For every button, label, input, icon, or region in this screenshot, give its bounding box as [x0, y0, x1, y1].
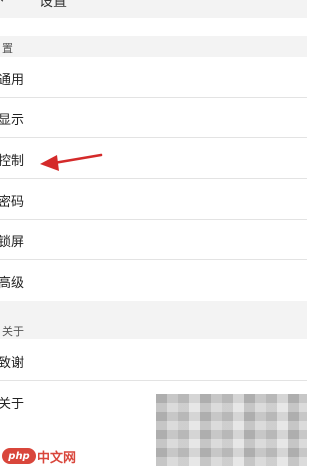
- list-item-label: 锁屏: [0, 235, 25, 250]
- page-title: 设置: [39, 0, 67, 10]
- list-item-label: 密码: [0, 195, 25, 210]
- list-item-label: 关于: [0, 397, 25, 412]
- section-header-about: 关于: [0, 301, 307, 339]
- watermark: php 中文网: [2, 446, 76, 466]
- section-header-settings: 置: [0, 36, 307, 57]
- list-item-general[interactable]: 通用: [0, 57, 307, 97]
- list-item-thanks[interactable]: 致谢: [0, 340, 307, 380]
- section-title: 置: [2, 42, 13, 55]
- list-item-label: 显示: [0, 113, 25, 128]
- watermark-site-text: 中文网: [37, 450, 77, 466]
- section-title: 关于: [2, 325, 24, 338]
- list-item-label: 控制: [0, 154, 25, 169]
- top-bar: ← 设置: [0, 0, 307, 18]
- pixelated-region: [156, 394, 307, 466]
- php-logo-text: php: [8, 450, 30, 462]
- back-arrow-icon[interactable]: ←: [0, 0, 11, 7]
- list-item-password[interactable]: 密码: [0, 179, 307, 219]
- php-logo: php: [2, 448, 36, 464]
- list-item-label: 高级: [0, 276, 25, 291]
- list-item-label: 致谢: [0, 356, 25, 371]
- list-item-advanced[interactable]: 高级: [0, 260, 307, 300]
- list-item-lockscreen[interactable]: 锁屏: [0, 219, 307, 259]
- list-item-label: 通用: [0, 73, 25, 88]
- list-item-display[interactable]: 显示: [0, 97, 307, 137]
- red-arrow-icon: [40, 153, 103, 171]
